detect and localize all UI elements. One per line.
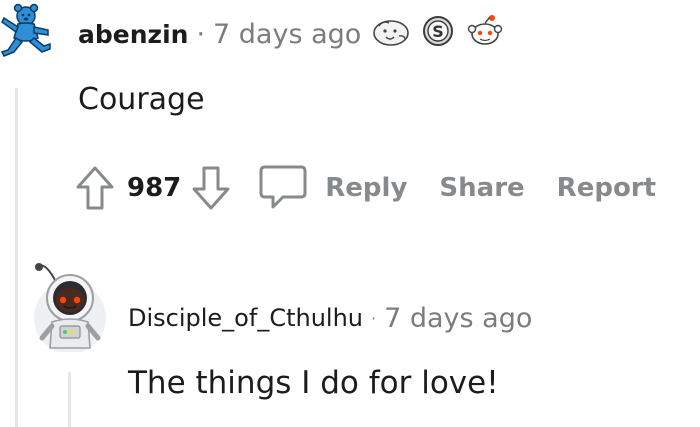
comment-header: abenzin · 7 days ago S	[78, 14, 505, 54]
vote-score: 987	[127, 173, 182, 203]
thread-line[interactable]	[15, 88, 18, 427]
silver-award-icon[interactable]: S	[421, 14, 455, 55]
separator: ·	[371, 308, 377, 328]
svg-text:S: S	[433, 22, 445, 41]
user-avatar[interactable]	[0, 2, 52, 58]
reply-button[interactable]: Reply	[325, 173, 407, 203]
username[interactable]: abenzin	[78, 20, 188, 49]
upvote-arrow-icon[interactable]	[75, 165, 115, 211]
comment-body: Courage	[78, 82, 205, 117]
timestamp[interactable]: 7 days ago	[213, 19, 361, 50]
separator: ·	[196, 18, 206, 50]
child-thread-line[interactable]	[68, 372, 71, 427]
comment-bubble-icon[interactable]	[257, 163, 309, 213]
astronaut-snoo-avatar-icon	[34, 263, 106, 354]
snoo-award-icon[interactable]	[465, 13, 505, 56]
username[interactable]: Disciple_of_Cthulhu	[128, 304, 363, 332]
comment-actions: 987 Reply Share Report	[75, 162, 656, 214]
downvote-arrow-icon[interactable]	[191, 165, 231, 211]
comment-body: The things I do for love!	[128, 365, 499, 401]
report-button[interactable]: Report	[557, 173, 656, 203]
comment-thread: abenzin · 7 days ago S Courage 987 Reply…	[0, 0, 700, 427]
comment-header: Disciple_of_Cthulhu · 7 days ago	[128, 298, 532, 338]
share-button[interactable]: Share	[439, 173, 524, 203]
wholesome-seal-award-icon[interactable]	[371, 14, 411, 55]
timestamp[interactable]: 7 days ago	[384, 303, 532, 334]
user-avatar[interactable]	[32, 256, 110, 354]
dancing-bear-avatar-icon	[0, 3, 51, 57]
